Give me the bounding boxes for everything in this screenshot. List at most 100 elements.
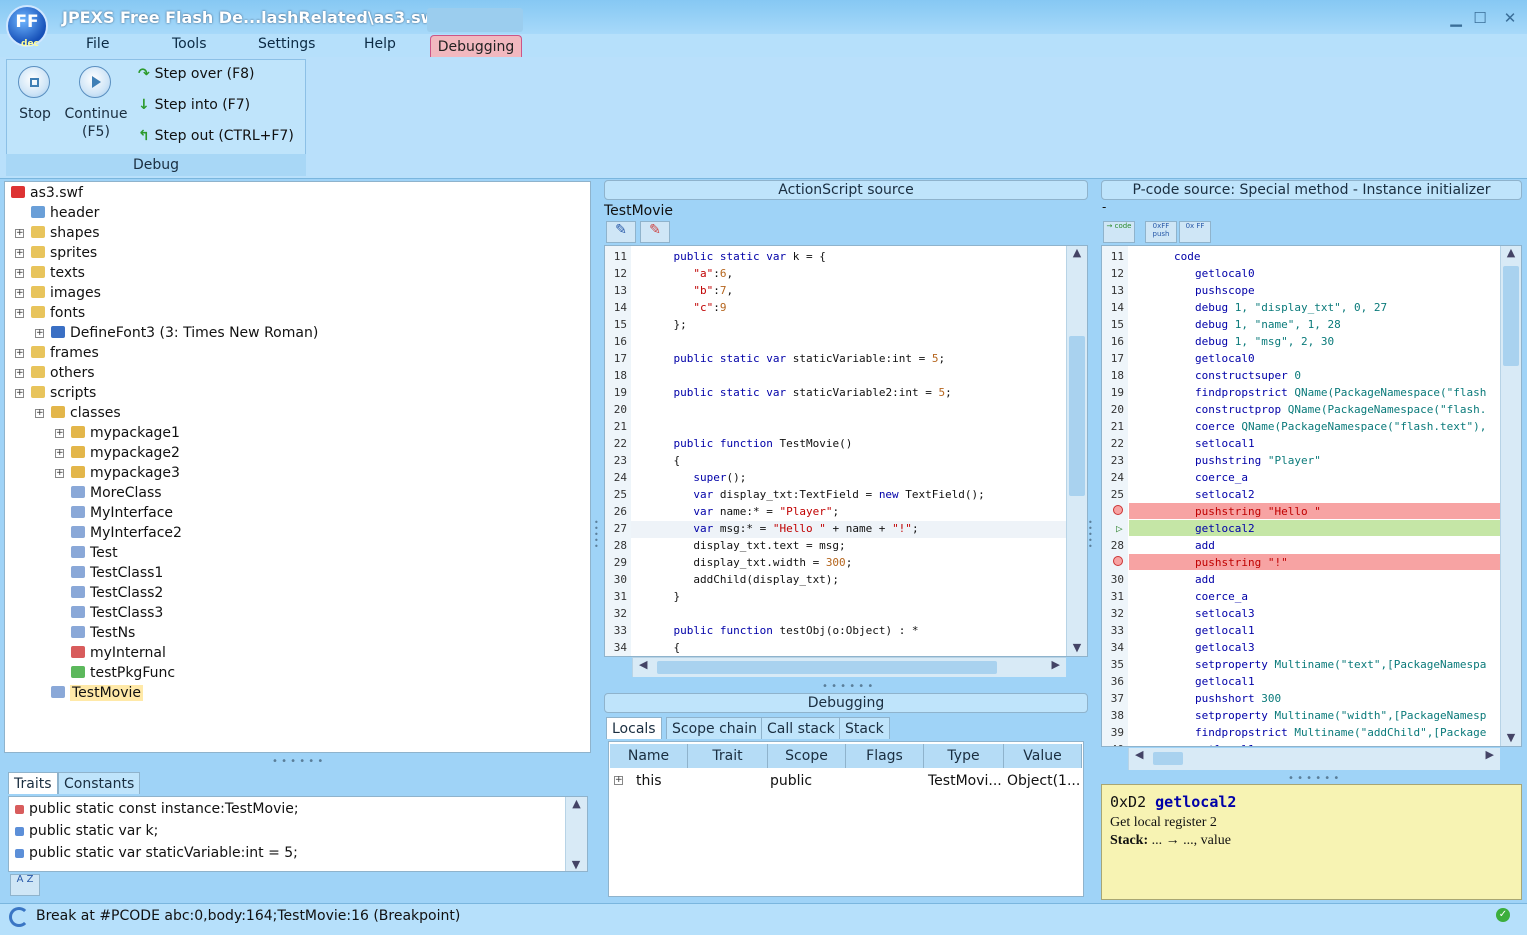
code-line[interactable]: public function TestMovie() <box>647 437 853 450</box>
tree-item[interactable]: as3.swf <box>11 183 83 203</box>
tree-item[interactable]: + classes <box>35 403 121 423</box>
code-line[interactable]: public static var staticVariable2:int = … <box>647 386 952 399</box>
column-header[interactable]: Scope <box>768 744 846 768</box>
column-header[interactable]: Name <box>610 744 688 768</box>
code-line[interactable]: var msg:* = "Hello " + name + "!"; <box>647 522 918 535</box>
pcode-line[interactable]: code <box>1174 250 1207 263</box>
pcode-line[interactable]: setproperty Multiname("text",[PackageNam… <box>1195 658 1486 671</box>
tree-item[interactable]: + others <box>15 363 95 383</box>
menu-file[interactable]: File <box>86 36 109 52</box>
tree-item[interactable]: MyInterface2 <box>71 523 182 543</box>
code-line[interactable]: public static var k = { <box>647 250 826 263</box>
expand-icon[interactable]: + <box>35 409 44 418</box>
pcode-line[interactable]: coerce QName(PackageNamespace("flash.tex… <box>1195 420 1486 433</box>
expand-icon[interactable]: + <box>15 369 24 378</box>
tree-item[interactable]: + shapes <box>15 223 100 243</box>
pcode-line[interactable]: constructprop QName(PackageNamespace("fl… <box>1195 403 1486 416</box>
code-line[interactable]: { <box>647 641 680 654</box>
pcode-graph-button[interactable]: → code <box>1103 221 1135 243</box>
menu-help[interactable]: Help <box>364 36 396 52</box>
pcode-line[interactable]: getlocal3 <box>1195 641 1261 654</box>
pcode-line[interactable]: setlocal1 <box>1195 437 1261 450</box>
code-line[interactable]: { <box>647 454 680 467</box>
pcode-line[interactable]: pushstring "Player" <box>1195 454 1321 467</box>
tree-item[interactable]: + images <box>15 283 101 303</box>
actionscript-editor[interactable]: 11 public static var k = {12 "a":6, 13 "b… <box>604 245 1088 657</box>
minimize-icon[interactable]: ▁ <box>1446 9 1466 27</box>
code-line[interactable]: addChild(display_txt); <box>647 573 839 586</box>
maximize-icon[interactable]: ☐ <box>1470 9 1490 27</box>
code-line[interactable]: } <box>647 590 680 603</box>
traits-scrollbar[interactable]: ▲ ▼ <box>565 797 587 871</box>
close-icon[interactable]: ✕ <box>1500 9 1520 27</box>
trait-item[interactable]: public static const instance:TestMovie; <box>15 801 299 817</box>
deobfuscate-icon[interactable]: ✎ <box>640 221 670 243</box>
tab-traits[interactable]: Traits <box>8 772 58 794</box>
tree-item[interactable]: + mypackage2 <box>55 443 180 463</box>
pcode-line[interactable]: setlocal3 <box>1195 607 1261 620</box>
expand-icon[interactable]: + <box>55 469 64 478</box>
code-line[interactable]: "c":9 <box>647 301 726 314</box>
tab-call-stack[interactable]: Call stack <box>761 717 841 739</box>
tree-item[interactable]: + mypackage3 <box>55 463 180 483</box>
tree-item[interactable]: testPkgFunc <box>71 663 175 683</box>
tab-scope-chain[interactable]: Scope chain <box>666 717 764 739</box>
tree-item[interactable]: + scripts <box>15 383 96 403</box>
pcode-line[interactable]: add <box>1195 539 1222 552</box>
resource-tree[interactable]: as3.swf header + shapes + sprites + texts + image… <box>4 181 591 753</box>
continue-button[interactable]: Continue (F5) <box>62 66 130 148</box>
pcode-line[interactable]: constructsuper 0 <box>1195 369 1301 382</box>
tab-stack[interactable]: Stack <box>839 717 890 739</box>
tab-constants[interactable]: Constants <box>58 772 141 794</box>
code-line[interactable]: "b":7, <box>647 284 733 297</box>
tree-item[interactable]: TestClass2 <box>71 583 163 603</box>
pcode-horizontal-scrollbar[interactable]: ◀ ▶ <box>1128 748 1500 770</box>
expand-icon[interactable]: + <box>35 329 44 338</box>
pcode-editor[interactable]: 11 code 12 getlocal0 13 pushscope 14 debug 1… <box>1101 245 1522 747</box>
pcode-line[interactable]: getlocal0 <box>1195 267 1261 280</box>
code-line[interactable]: public static var staticVariable:int = 5… <box>647 352 946 365</box>
vertical-splitter-2[interactable]: • • • • • <box>1088 519 1094 560</box>
tree-item[interactable]: MyInterface <box>71 503 173 523</box>
as-horizontal-scrollbar[interactable]: ◀ ▶ <box>632 657 1066 677</box>
column-header[interactable]: Type <box>924 744 1004 768</box>
pcode-line[interactable]: pushshort 300 <box>1195 692 1281 705</box>
expand-icon[interactable]: + <box>15 249 24 258</box>
trait-item[interactable]: public static var k; <box>15 823 158 839</box>
pcode-line[interactable]: coerce_a <box>1195 590 1255 603</box>
menu-settings[interactable]: Settings <box>258 36 315 52</box>
pcode-line[interactable]: getlocal0 <box>1195 352 1261 365</box>
pcode-hex-button[interactable]: 0x FF <box>1179 221 1211 243</box>
tree-item[interactable]: + fonts <box>15 303 85 323</box>
column-header[interactable]: Value <box>1004 744 1082 768</box>
sort-az-button[interactable]: A Z <box>10 874 40 896</box>
pcode-line[interactable]: findpropstrict Multiname("addChild",[Pac… <box>1195 726 1486 739</box>
tree-item[interactable]: MoreClass <box>71 483 162 503</box>
code-line[interactable]: display_txt.width = 300; <box>647 556 852 569</box>
tab-locals[interactable]: Locals <box>606 717 662 739</box>
pcode-line[interactable]: pushstring "Hello " <box>1195 505 1321 518</box>
pcode-line[interactable]: debug 1, "name", 1, 28 <box>1195 318 1341 331</box>
tree-item[interactable]: TestClass1 <box>71 563 163 583</box>
code-line[interactable]: public function testObj(o:Object) : * <box>647 624 919 637</box>
step-into-button[interactable]: ↓ Step into (F7) <box>138 97 250 117</box>
trait-item[interactable]: public static var staticVariable:int = 5… <box>15 845 298 861</box>
expand-icon[interactable]: + <box>55 429 64 438</box>
table-row[interactable]: + this public TestMovi... Object(1... <box>612 772 1082 792</box>
tree-item[interactable]: Test <box>71 543 118 563</box>
tree-item[interactable]: + mypackage1 <box>55 423 180 443</box>
tree-item[interactable]: + frames <box>15 343 99 363</box>
code-line[interactable]: var display_txt:TextField = new TextFiel… <box>647 488 984 501</box>
as-scroll-thumb[interactable] <box>1069 336 1085 496</box>
tree-item[interactable]: + sprites <box>15 243 97 263</box>
as-vertical-scrollbar[interactable]: ▲ ▼ <box>1066 246 1087 656</box>
breakpoint-icon[interactable] <box>1113 505 1123 515</box>
vertical-splitter[interactable]: • • • • • <box>594 519 600 560</box>
traits-list[interactable]: public static const instance:TestMovie; p… <box>8 796 588 872</box>
splitter-handle-2[interactable]: • • • • • • <box>822 681 873 692</box>
tree-item[interactable]: + DefineFont3 (3: Times New Roman) <box>35 323 318 343</box>
breakpoint-icon[interactable] <box>1113 556 1123 566</box>
stop-button[interactable]: Stop <box>18 66 52 126</box>
splitter-handle[interactable]: • • • • • • <box>272 756 323 767</box>
tree-item[interactable]: header <box>31 203 99 223</box>
